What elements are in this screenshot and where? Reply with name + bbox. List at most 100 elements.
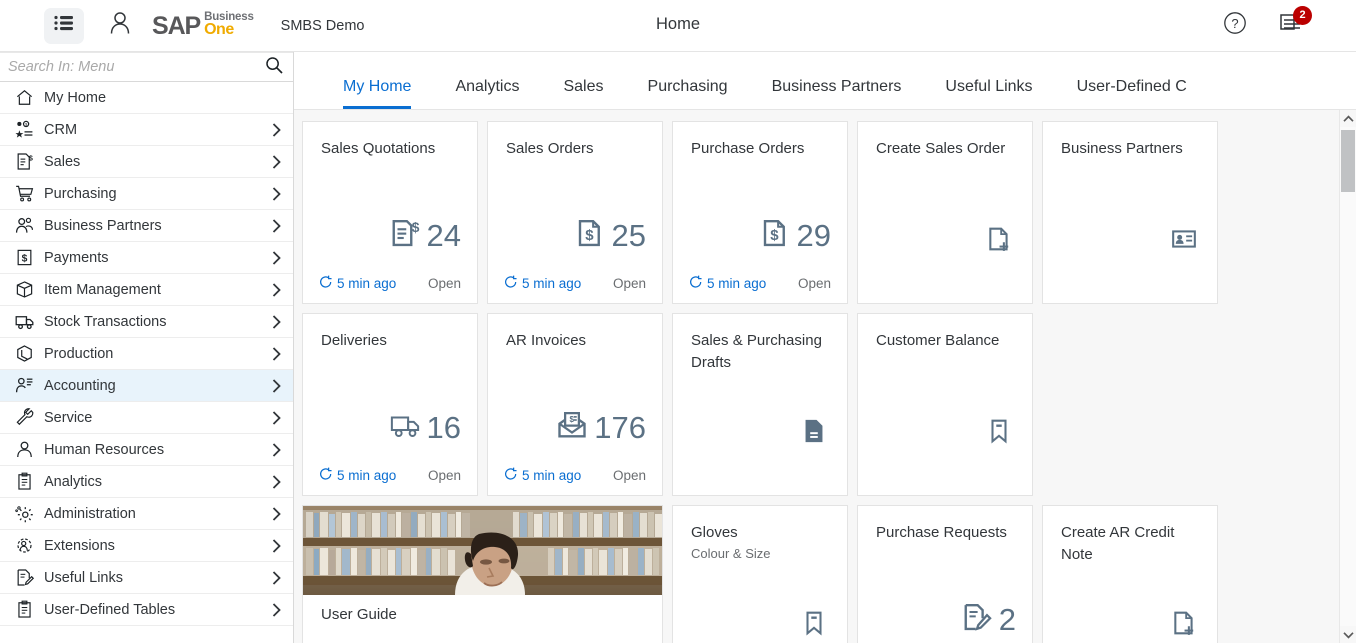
doc-dollar-icon: $ <box>575 218 605 253</box>
search-input[interactable] <box>6 58 265 76</box>
tile-sales-purchasing-drafts[interactable]: Sales & Purchasing Drafts <box>672 313 848 496</box>
scrollbar-thumb[interactable] <box>1341 130 1355 192</box>
tab-my-home[interactable]: My Home <box>343 78 412 109</box>
tile-business-partners[interactable]: Business Partners <box>1042 121 1218 304</box>
sidebar-item-crm[interactable]: $ CRM <box>0 114 293 146</box>
clipboard-icon <box>10 600 38 619</box>
sidebar-item-label: CRM <box>44 121 78 138</box>
tab-sales[interactable]: Sales <box>563 78 603 109</box>
sidebar-item-business-partners[interactable]: Business Partners <box>0 210 293 242</box>
sidebar-item-production[interactable]: Production <box>0 338 293 370</box>
sidebar-item-my-home[interactable]: My Home <box>0 82 293 114</box>
tile-sales-quotations[interactable]: Sales Quotations $ 24 5 min ago Open <box>302 121 478 304</box>
tile-title: Create Sales Order <box>876 140 1006 157</box>
tile-gloves[interactable]: Gloves Colour & Size <box>672 505 848 643</box>
sap-business-one-home: SAP Business One SMBS Demo Home ? 2 Sear… <box>0 0 1356 643</box>
edit-doc-icon <box>10 568 38 587</box>
tile-footer: 5 min ago Open <box>319 467 461 484</box>
contact-card-icon <box>1171 226 1197 257</box>
tile-user-guide[interactable]: User Guide <box>302 505 663 643</box>
sidebar-item-useful-links[interactable]: Useful Links <box>0 562 293 594</box>
sidebar-search-row <box>0 52 293 82</box>
tile-footer: 5 min ago Open <box>689 275 831 292</box>
sidebar-item-label: Purchasing <box>44 185 117 202</box>
messages-button[interactable]: 2 <box>1274 5 1312 41</box>
sidebar-item-label: Production <box>44 345 114 362</box>
tile-purchase-orders[interactable]: Purchase Orders $ 29 5 min ago Open <box>672 121 848 304</box>
menu-toggle-button[interactable] <box>44 7 84 44</box>
production-icon <box>10 344 38 363</box>
tile-ar-invoices[interactable]: AR Invoices $ 176 5 min ago Open <box>487 313 663 496</box>
tile-purchase-requests[interactable]: Purchase Requests 2 <box>857 505 1033 643</box>
tile-refresh[interactable]: 5 min ago <box>504 275 581 292</box>
doc-plus-icon <box>986 226 1012 257</box>
header-actions: ? 2 <box>1220 5 1356 41</box>
chevron-up-icon <box>1342 110 1354 128</box>
tile-footer: 5 min ago Open <box>319 275 461 292</box>
tile-create-sales-order[interactable]: Create Sales Order <box>857 121 1033 304</box>
tile-deliveries[interactable]: Deliveries 16 5 min ago Open <box>302 313 478 496</box>
sidebar-item-label: Business Partners <box>44 217 162 234</box>
svg-text:?: ? <box>1231 16 1238 31</box>
chevron-right-icon <box>272 250 281 265</box>
sidebar-item-analytics[interactable]: Analytics <box>0 466 293 498</box>
tile-title: Deliveries <box>321 332 387 349</box>
svg-text:$: $ <box>570 415 575 424</box>
tile-footer: 5 min ago Open <box>504 467 646 484</box>
tab-bar: My Home Analytics Sales Purchasing Business … <box>294 52 1356 110</box>
tab-purchasing[interactable]: Purchasing <box>648 78 728 109</box>
sidebar-item-extensions[interactable]: Extensions <box>0 530 293 562</box>
tab-user-defined-c[interactable]: User-Defined C <box>1077 78 1187 109</box>
sidebar-item-label: Analytics <box>44 473 103 490</box>
person-icon <box>10 440 38 459</box>
tile-refresh[interactable]: 5 min ago <box>504 467 581 484</box>
sidebar-item-sales[interactable]: $ Sales <box>0 146 293 178</box>
refresh-icon <box>319 275 333 292</box>
tile-title: Purchase Orders <box>691 140 805 157</box>
chevron-right-icon <box>272 602 281 617</box>
tile-kpi: 2 <box>962 602 1016 637</box>
user-profile-button[interactable] <box>106 11 134 41</box>
sales-doc-icon: $ <box>10 152 38 171</box>
tile-sales-orders[interactable]: Sales Orders $ 25 5 min ago Open <box>487 121 663 304</box>
refresh-icon <box>504 275 518 292</box>
doc-plus-icon <box>1171 610 1197 641</box>
tile-refresh[interactable]: 5 min ago <box>319 275 396 292</box>
tile-title: Create AR Credit Note <box>1061 524 1175 563</box>
scrollbar-track[interactable] <box>1340 127 1356 626</box>
tile-title: Business Partners <box>1061 140 1183 157</box>
tile-customer-balance[interactable]: Customer Balance <box>857 313 1033 496</box>
invoice-dollar-icon: $ <box>390 218 420 253</box>
tile-value: 16 <box>426 410 461 445</box>
sidebar-item-payments[interactable]: $ Payments <box>0 242 293 274</box>
sidebar-item-service[interactable]: Service <box>0 402 293 434</box>
tile-title: Purchase Requests <box>876 524 1007 541</box>
library-woman-reading-photo <box>303 506 662 595</box>
tab-useful-links[interactable]: Useful Links <box>945 78 1032 109</box>
tab-business-partners[interactable]: Business Partners <box>772 78 902 109</box>
sidebar-item-accounting[interactable]: Accounting <box>0 370 293 402</box>
tile-refresh[interactable]: 5 min ago <box>319 467 396 484</box>
chevron-right-icon <box>272 410 281 425</box>
magnifier-icon[interactable] <box>265 56 283 79</box>
sidebar-item-item-management[interactable]: Item Management <box>0 274 293 306</box>
tile-create-ar-credit-note[interactable]: Create AR Credit Note <box>1042 505 1218 643</box>
tab-analytics[interactable]: Analytics <box>455 78 519 109</box>
sidebar-item-stock-transactions[interactable]: Stock Transactions <box>0 306 293 338</box>
scroll-down-button[interactable] <box>1340 626 1356 643</box>
sidebar-item-human-resources[interactable]: Human Resources <box>0 434 293 466</box>
crm-icon: $ <box>10 120 38 139</box>
help-button[interactable]: ? <box>1220 11 1250 41</box>
sidebar-item-administration[interactable]: Administration <box>0 498 293 530</box>
logo-one-text: One <box>204 21 234 39</box>
chevron-right-icon <box>272 346 281 361</box>
scroll-up-button[interactable] <box>1340 110 1356 127</box>
company-name: SMBS Demo <box>280 17 365 34</box>
sap-business-one-logo[interactable]: SAP Business One <box>152 11 254 39</box>
wrench-icon <box>10 408 38 427</box>
sidebar-item-user-defined-tables[interactable]: User-Defined Tables <box>0 594 293 626</box>
sidebar-item-purchasing[interactable]: Purchasing <box>0 178 293 210</box>
tile-refresh[interactable]: 5 min ago <box>689 275 766 292</box>
tile-kpi: 16 <box>390 410 461 445</box>
vertical-scrollbar[interactable] <box>1339 110 1356 643</box>
